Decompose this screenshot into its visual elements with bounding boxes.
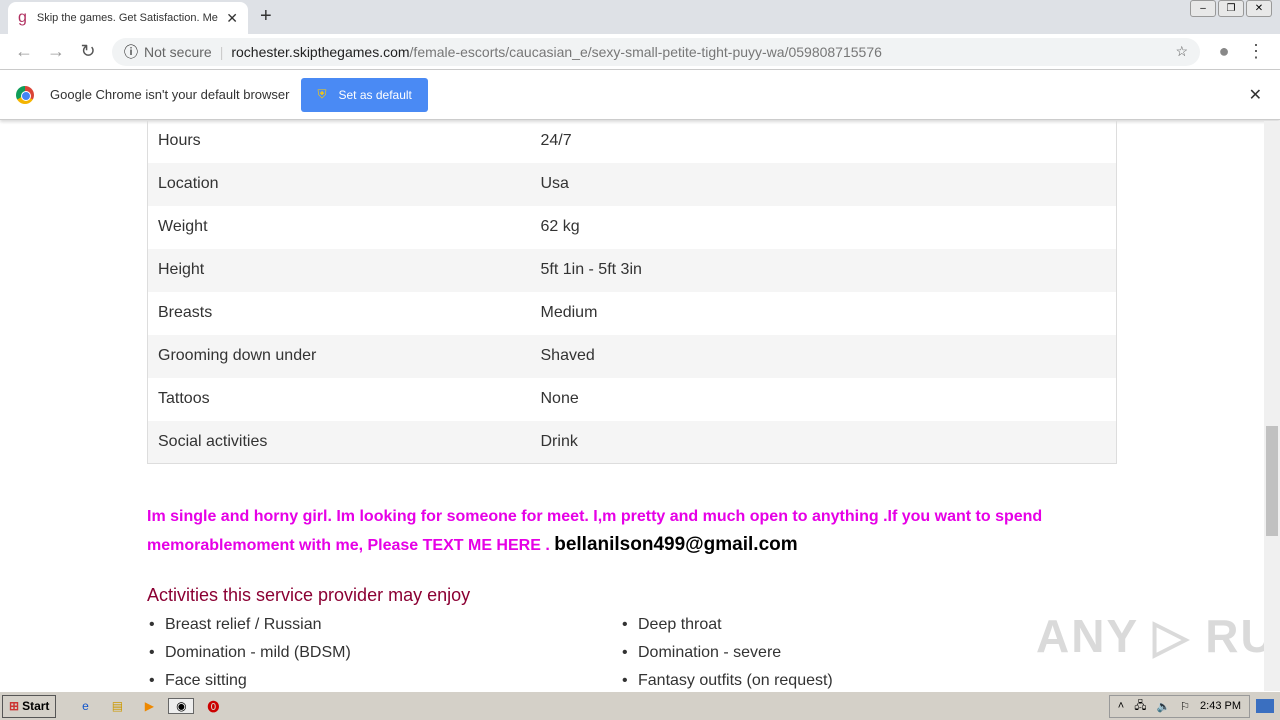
tray-expand-icon[interactable]: ˄: [1118, 700, 1124, 712]
ie-icon[interactable]: e: [72, 699, 98, 713]
clock[interactable]: 2:43 PM: [1200, 700, 1241, 712]
chrome-logo-icon: [16, 85, 34, 104]
set-as-default-label: Set as default: [338, 87, 412, 102]
window-close-button[interactable]: ✕: [1246, 0, 1272, 17]
detail-value: None: [540, 390, 579, 407]
info-icon[interactable]: ⓘ: [124, 42, 138, 62]
list-item: Deep throat: [620, 615, 1107, 635]
table-row: Tattoos None: [148, 378, 1117, 421]
page-content: Hours 24/7 Location Usa Weight 62 kg Height 5ft…: [0, 121, 1264, 691]
contact-email: bellanilson499@gmail.com: [554, 534, 798, 555]
network-icon[interactable]: 🖧: [1134, 697, 1146, 716]
table-row: Height 5ft 1in - 5ft 3in: [147, 248, 1117, 292]
taskbar: ⊞ Start e ▤ ▶ ◉ ⓿ ˄ 🖧 🔈 ⚐ 2:43 PM: [0, 691, 1280, 720]
detail-label: Weight: [158, 218, 208, 235]
explorer-folder-icon[interactable]: ▤: [104, 699, 130, 713]
system-tray: ˄ 🖧 🔈 ⚐ 2:43 PM: [1108, 694, 1250, 718]
profile-avatar-icon[interactable]: ●: [1208, 41, 1240, 62]
forward-button[interactable]: →: [40, 41, 72, 62]
table-row: Location Usa: [147, 162, 1117, 206]
list-item: Face sitting: [147, 671, 620, 691]
activities-list: Breast relief / RussianDeep throatDomina…: [147, 615, 1107, 691]
default-browser-infobar: Google Chrome isn't your default browser…: [0, 70, 1280, 120]
set-as-default-button[interactable]: ⛨ Set as default: [301, 77, 428, 112]
volume-icon[interactable]: 🔈: [1156, 700, 1170, 713]
detail-value: Shaved: [540, 347, 595, 364]
activities-heading: Activities this service provider may enj…: [147, 585, 471, 605]
detail-label: Social activities: [158, 432, 268, 450]
list-item: Domination - severe: [620, 643, 1107, 663]
details-table: Hours 24/7 Location Usa Weight 62 kg Height 5ft…: [147, 121, 1117, 464]
back-button[interactable]: ←: [8, 41, 40, 62]
detail-value: 24/7: [540, 132, 572, 150]
security-label: Not secure: [144, 43, 212, 60]
detail-label: Breasts: [158, 304, 213, 321]
start-label: Start: [22, 699, 50, 713]
table-row: Grooming down under Shaved: [147, 334, 1117, 378]
detail-value: 5ft 1in - 5ft 3in: [540, 261, 642, 278]
detail-label: Grooming down under: [158, 347, 317, 364]
detail-value: Medium: [540, 304, 598, 321]
minimize-button[interactable]: –: [1190, 0, 1216, 17]
detail-label: Height: [158, 261, 205, 278]
tab-strip: g Skip the games. Get Satisfaction. Me ✕…: [0, 0, 1280, 34]
site-favicon-icon: g: [18, 9, 27, 26]
scrollbar[interactable]: [1264, 121, 1280, 691]
scrollbar-thumb[interactable]: [1266, 426, 1278, 536]
flag-icon[interactable]: ⚐: [1180, 700, 1190, 713]
shield-icon: ⛨: [317, 87, 327, 101]
url-path: /female-escorts/caucasian_e/sexy-small-p…: [409, 43, 882, 60]
detail-value: Drink: [540, 432, 578, 450]
address-bar[interactable]: ⓘ Not secure | rochester.skipthegames.co…: [112, 37, 1200, 66]
window-controls: – ❐ ✕: [1190, 0, 1272, 17]
new-tab-button[interactable]: +: [260, 5, 272, 28]
list-item: Fantasy outfits (on request): [620, 671, 1107, 691]
menu-icon[interactable]: ⋮: [1240, 41, 1272, 62]
reload-button[interactable]: ↻: [72, 41, 104, 62]
show-desktop-icon[interactable]: [1256, 699, 1274, 713]
infobar-close-icon[interactable]: ✕: [1249, 85, 1262, 105]
detail-value: Usa: [540, 175, 569, 192]
alert-icon[interactable]: ⓿: [200, 698, 226, 715]
browser-toolbar: ← → ↻ ⓘ Not secure | rochester.skipthega…: [0, 34, 1280, 70]
list-item: Breast relief / Russian: [147, 615, 620, 635]
table-row: Weight 62 kg: [148, 206, 1117, 249]
tab-close-icon[interactable]: ✕: [226, 10, 238, 27]
url-host: rochester.skipthegames.com: [231, 43, 410, 60]
detail-value: 62 kg: [540, 218, 580, 235]
tab-active[interactable]: g Skip the games. Get Satisfaction. Me ✕: [8, 2, 248, 34]
tab-title: Skip the games. Get Satisfaction. Me: [36, 12, 218, 24]
list-item: Domination - mild (BDSM): [147, 643, 620, 663]
windows-logo-icon: ⊞: [9, 699, 20, 713]
divider: |: [219, 43, 224, 60]
infobar-text: Google Chrome isn't your default browser: [50, 87, 290, 102]
table-row: Social activities Drink: [147, 420, 1117, 464]
anyrun-watermark: ANY ▷ RUN: [1036, 610, 1264, 662]
start-button[interactable]: ⊞ Start: [2, 694, 57, 718]
media-player-icon[interactable]: ▶: [136, 699, 162, 713]
restore-button[interactable]: ❐: [1218, 0, 1244, 17]
detail-label: Hours: [158, 132, 201, 150]
profile-message: Im single and horny girl. Im looking for…: [147, 503, 1067, 560]
bookmark-star-icon[interactable]: ☆: [1175, 43, 1188, 60]
table-row: Hours 24/7: [148, 121, 1117, 163]
detail-label: Tattoos: [158, 390, 210, 407]
detail-label: Location: [158, 175, 219, 192]
table-row: Breasts Medium: [148, 292, 1117, 335]
chrome-taskbar-icon[interactable]: ◉: [168, 698, 195, 714]
